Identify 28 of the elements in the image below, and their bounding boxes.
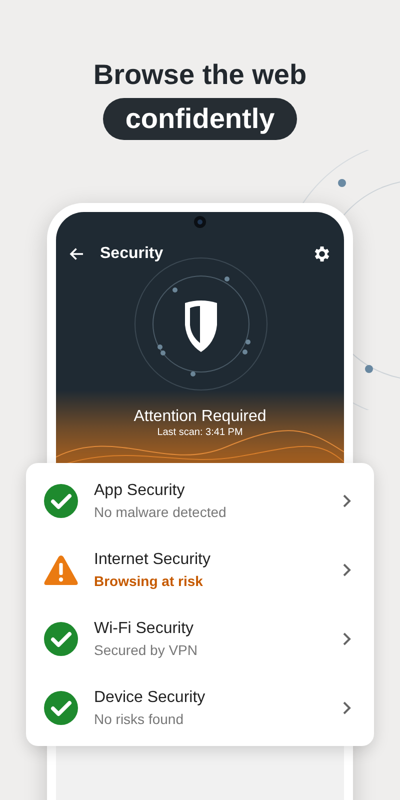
- row-title: Wi-Fi Security: [94, 618, 195, 639]
- screen-title: Security: [100, 244, 164, 264]
- chevron-right-icon: [342, 700, 352, 715]
- row-title: App Security: [94, 481, 186, 502]
- camera-icon: [193, 215, 207, 229]
- security-row[interactable]: Device Security No risks found: [26, 673, 374, 742]
- check-circle-icon: [43, 690, 79, 726]
- row-status: Secured by VPN: [94, 640, 198, 660]
- security-row[interactable]: Wi-Fi Security Secured by VPN: [26, 604, 374, 674]
- row-status: No malware detected: [94, 503, 226, 522]
- chevron-right-icon: [342, 494, 352, 508]
- row-status: No risks found: [94, 710, 184, 729]
- last-scan-text: Last scan: 3:41 PM: [157, 427, 243, 439]
- check-circle-icon: [43, 483, 79, 520]
- security-row[interactable]: Internet Security Browsing at risk: [26, 536, 374, 604]
- highlight-pill: confidently: [103, 98, 297, 140]
- settings-icon[interactable]: [312, 244, 332, 264]
- row-title: Internet Security: [94, 550, 210, 570]
- chevron-right-icon: [342, 563, 352, 578]
- security-row[interactable]: App Security No malware detected: [26, 467, 374, 536]
- chevron-right-icon: [342, 632, 352, 646]
- row-status: Browsing at risk: [94, 572, 204, 592]
- headline: Browse the web: [93, 58, 307, 92]
- warning-triangle-icon: [43, 554, 79, 586]
- shield-icon: [183, 299, 219, 353]
- status-title: Attention Required: [134, 407, 266, 427]
- row-title: Device Security: [94, 688, 206, 708]
- check-circle-icon: [43, 620, 79, 657]
